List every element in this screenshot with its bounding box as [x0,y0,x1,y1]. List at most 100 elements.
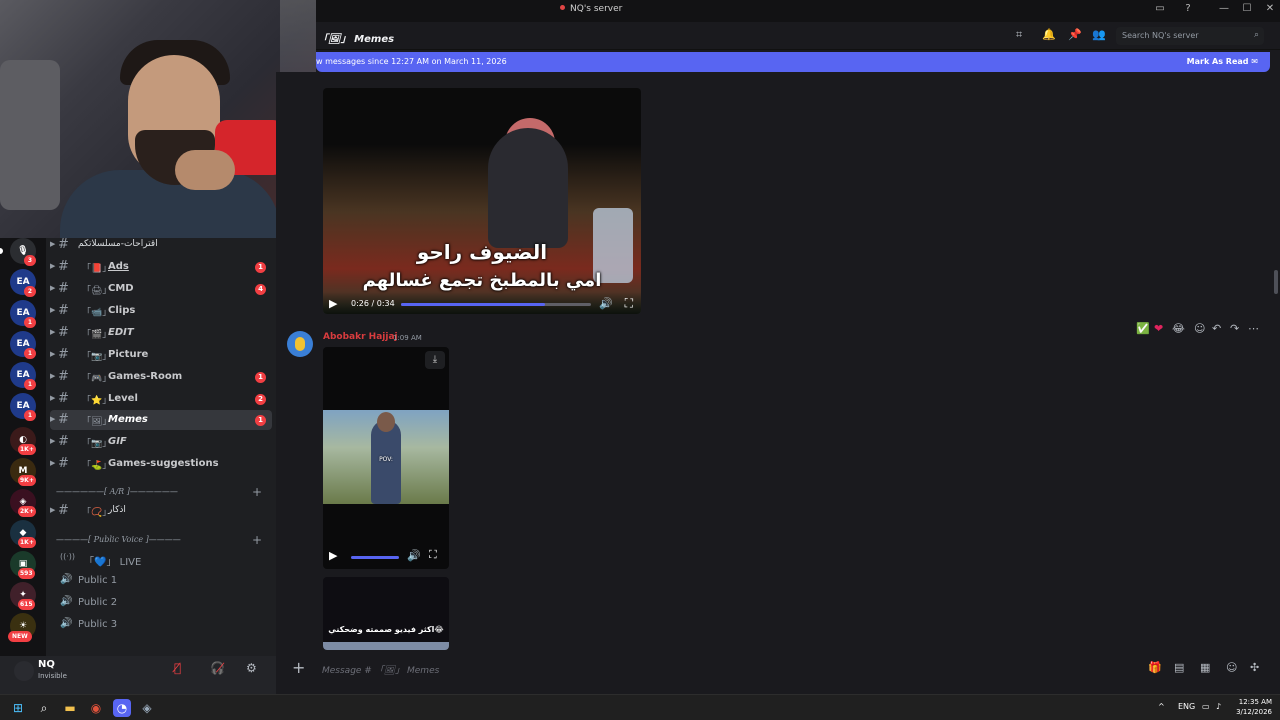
hash-icon: # [58,369,69,384]
search-placeholder: Search NQ's server [1122,31,1199,40]
window-title-text: NQ's server [570,4,623,14]
voice-channel[interactable]: 🔊 Public 1 [50,571,272,591]
search-input[interactable]: Search NQ's server ⌕ [1116,27,1264,45]
hash-icon: # [58,259,69,274]
channel-name: اقتراحات-مسلسلاتكم [78,239,158,249]
video-progress[interactable] [351,556,399,559]
chevron-right-icon: ▶ [50,240,56,248]
category-ajr[interactable]: ——————[ A/R ]—————— + [56,485,266,501]
apps-icon[interactable]: ✣ [1250,661,1259,674]
video-attachment[interactable]: اكثر فيديو صممته وضحكني😂 [323,577,449,650]
channel-item[interactable]: ▶ # 「📷」 GIF [50,432,272,452]
channel-item[interactable]: ▶ # 「📷」 Picture [50,345,272,365]
network-icon[interactable]: ▭ [1202,702,1210,711]
category-label: ————[ Public Voice ]———— [56,535,181,544]
maximize-button[interactable]: ☐ [1237,3,1257,14]
play-icon[interactable]: ▶ [329,297,337,310]
download-icon[interactable]: ⤓ [425,351,445,369]
reaction-heart-icon[interactable]: ❤ [1154,322,1163,335]
channel-item[interactable]: ▶ # 「📕」 Ads 1 [50,257,272,277]
search-icon[interactable]: ⌕ [35,699,53,717]
gif-icon[interactable]: ▤ [1174,661,1184,674]
chat-scrollbar[interactable] [1274,270,1278,294]
file-explorer-icon[interactable]: ▬ [61,699,79,717]
channel-name: Games-Room [108,371,183,382]
hash-icon: # [58,281,69,296]
voice-channel[interactable]: 🔊 Public 2 [50,593,272,613]
message-input[interactable]: Message # 「🖼」 Memes [322,663,439,676]
video-progress[interactable] [401,303,591,306]
video-figure [488,128,568,248]
sticker-icon[interactable]: ▦ [1200,661,1210,674]
reaction-laugh-icon[interactable]: 😂 [1172,322,1185,335]
channel-item[interactable]: ▶ # 「🎬」 EDIT [50,323,272,343]
fullscreen-icon[interactable]: ⛶ [625,296,633,311]
channel-name: Ads [108,261,129,272]
steam-icon[interactable]: ◈ [138,699,156,717]
add-channel-icon[interactable]: + [252,485,262,499]
attach-plus-icon[interactable]: + [292,658,305,677]
threads-icon[interactable]: ⌗ [1016,28,1022,42]
help-icon[interactable]: ? [1178,3,1198,14]
chevron-right-icon: ▶ [50,306,56,314]
more-icon[interactable]: ⋯ [1248,322,1259,335]
server-badge: 1K+ [18,537,36,548]
emoji-icon[interactable]: ☺ [1226,661,1237,674]
discord-icon[interactable]: ◔ [113,699,131,717]
channel-item[interactable]: ▶ # 「📹」 Clips [50,301,272,321]
pin-icon[interactable]: 📌 [1068,28,1082,41]
minimize-button[interactable]: — [1214,3,1234,14]
channel-item[interactable]: ▶ # 「📿」 اذكار [50,501,272,521]
language-indicator[interactable]: ENG [1178,702,1195,711]
screen-share-icon[interactable]: ▭ [1150,3,1170,14]
add-reaction-icon[interactable]: ☺ [1194,322,1205,335]
voice-channel-live[interactable]: ((·)) 「💙」 LIVE [50,549,272,569]
hash-icon: # [58,412,69,427]
chevron-right-icon: ▶ [50,506,56,514]
voice-channel[interactable]: 🔊 Public 3 [50,615,272,635]
channel-item[interactable]: ▶ # 「⭐」 Level 2 [50,389,272,409]
channel-item[interactable]: ▶ # اقتراحات-مسلسلاتكم [50,235,272,255]
reply-icon[interactable]: ↶ [1212,322,1221,335]
bell-icon[interactable]: 🔔 [1042,28,1056,41]
tray-chevron-up-icon[interactable]: ^ [1158,702,1165,711]
chrome-icon[interactable]: ◉ [87,699,105,717]
server-badge: 593 [18,568,35,579]
members-icon[interactable]: 👥 [1092,28,1106,41]
mic-muted-icon[interactable]: 🎙̸ [174,661,181,675]
chevron-right-icon: ▶ [50,284,56,292]
message-author[interactable]: Abobakr Hajjaj [323,332,398,342]
avatar[interactable] [14,661,34,681]
clock[interactable]: 12:35 AM 3/12/2026 [1236,697,1272,717]
fullscreen-icon[interactable]: ⛶ [429,548,437,562]
channel-item[interactable]: ▶ # 「🖨」 CMD 4 [50,279,272,299]
reaction-check-icon[interactable]: ✅ [1136,322,1150,335]
gift-icon[interactable]: 🎁 [1148,661,1162,674]
headset-muted-icon[interactable]: 🎧̸ [210,661,225,675]
video-attachment[interactable]: ⤓ POV: ▶ 🔊 ⛶ [323,347,449,569]
play-icon[interactable]: ▶ [329,549,337,562]
channel-item[interactable]: ▶ # 「🎮」 Games-Room 1 [50,367,272,387]
channel-item-memes[interactable]: ▶ # 「🖼」 Memes 1 [50,410,272,430]
channel-item[interactable]: ▶ # 「⛳」 Games-suggestions [50,454,272,474]
channel-name: GIF [108,436,127,447]
windows-start-icon[interactable]: ⊞ [9,699,27,717]
stage-icon: ((·)) [60,552,76,561]
video-attachment[interactable]: الضيوف راحو امي بالمطبخ تجمع غسالهم ▶ 0:… [323,88,641,314]
volume-icon[interactable]: 🔊 [599,297,613,310]
close-button[interactable]: ✕ [1260,3,1280,14]
add-channel-icon[interactable]: + [252,533,262,547]
volume-icon[interactable]: 🔊 [407,549,421,562]
new-messages-bar[interactable]: w messages since 12:27 AM on March 11, 2… [316,52,1270,72]
webcam-hand [175,150,235,190]
category-public-voice[interactable]: ————[ Public Voice ]———— + [56,533,266,549]
mark-as-read-button[interactable]: Mark As Read ✉ [1187,57,1258,66]
voice-channel-name: Public 1 [78,575,118,586]
window-title: NQ's server [560,4,622,14]
volume-icon[interactable]: ♪ [1216,702,1221,711]
webcam-chair [0,60,60,210]
settings-gear-icon[interactable]: ⚙ [246,661,257,675]
avatar[interactable] [287,331,313,357]
forward-icon[interactable]: ↷ [1230,322,1239,335]
server-badge: 1 [24,410,36,421]
